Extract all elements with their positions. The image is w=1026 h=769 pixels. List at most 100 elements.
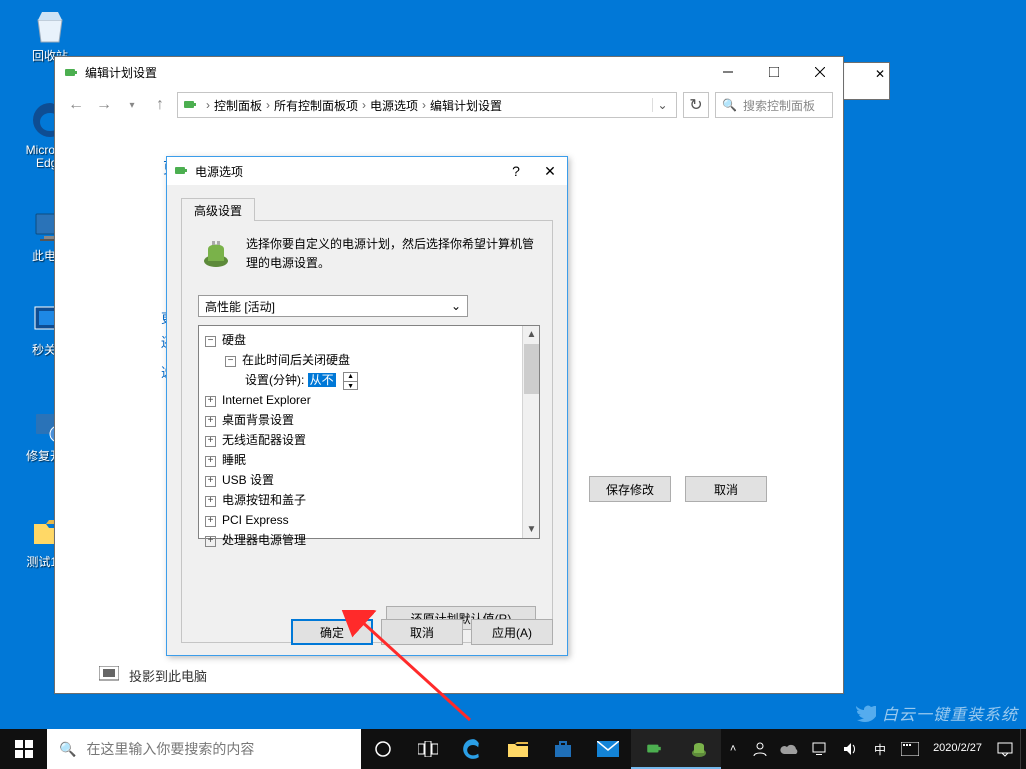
setting-label: 设置(分钟):: [245, 373, 304, 387]
show-desktop-button[interactable]: [1020, 729, 1026, 769]
collapse-icon[interactable]: −: [225, 356, 236, 367]
tree-scrollbar[interactable]: ▲ ▼: [522, 326, 539, 538]
search-placeholder: 搜索控制面板: [743, 97, 815, 114]
address-bar[interactable]: 控制面板 所有控制面板项 电源选项 编辑计划设置 ⌄: [177, 92, 677, 118]
recycle-bin-icon: [30, 6, 70, 46]
tray-people-icon[interactable]: [745, 729, 775, 769]
setting-value[interactable]: 从不: [308, 373, 336, 387]
power-plan-select[interactable]: 高性能 [活动] ⌄: [198, 295, 468, 317]
expand-icon[interactable]: +: [205, 416, 216, 427]
chevron-down-icon[interactable]: ⌄: [652, 98, 672, 112]
tree-item[interactable]: +电源按钮和盖子: [203, 490, 535, 510]
spinner-down[interactable]: ▼: [344, 382, 357, 391]
tray-volume-icon[interactable]: [835, 729, 865, 769]
scroll-thumb[interactable]: [524, 344, 539, 394]
tree-item[interactable]: +处理器电源管理: [203, 530, 535, 550]
taskbar-app-power-options[interactable]: [676, 729, 721, 769]
ok-button[interactable]: 确定: [291, 619, 373, 645]
nav-up-button[interactable]: ↑: [149, 94, 171, 116]
chevron-down-icon: ⌄: [451, 299, 461, 313]
tabstrip: 高级设置: [181, 197, 553, 221]
taskbar-clock[interactable]: 2020/2/27: [925, 742, 990, 755]
expand-icon[interactable]: +: [205, 476, 216, 487]
project-to-pc[interactable]: 投影到此电脑: [99, 666, 207, 685]
tree-item[interactable]: +桌面背景设置: [203, 410, 535, 430]
project-icon: [99, 666, 119, 685]
tray-expand-button[interactable]: ˄: [721, 729, 745, 769]
taskbar-app-explorer[interactable]: [496, 729, 541, 769]
tree-item[interactable]: +Internet Explorer: [203, 390, 535, 410]
expand-icon[interactable]: +: [205, 496, 216, 507]
window-title: 编辑计划设置: [85, 64, 157, 81]
expand-icon[interactable]: +: [205, 536, 216, 547]
collapse-icon[interactable]: −: [205, 336, 216, 347]
expand-icon[interactable]: +: [205, 436, 216, 447]
tree-item-hard-disk[interactable]: −硬盘: [203, 330, 535, 350]
nav-recent-button[interactable]: ▾: [121, 94, 143, 116]
nav-back-button[interactable]: ←: [65, 94, 87, 116]
project-label: 投影到此电脑: [129, 666, 207, 685]
maximize-button[interactable]: [751, 57, 797, 87]
address-row: ← → ▾ ↑ 控制面板 所有控制面板项 电源选项 编辑计划设置 ⌄ ↻ 🔍 搜…: [55, 87, 843, 123]
cancel-button[interactable]: 取消: [685, 476, 767, 502]
close-button[interactable]: [797, 57, 843, 87]
tree-item[interactable]: +USB 设置: [203, 470, 535, 490]
cancel-button[interactable]: 取消: [381, 619, 463, 645]
task-view-button[interactable]: [406, 729, 451, 769]
taskbar-app-store[interactable]: [541, 729, 586, 769]
power-icon: [173, 162, 189, 181]
breadcrumb[interactable]: 编辑计划设置: [430, 97, 502, 114]
expand-icon[interactable]: +: [205, 456, 216, 467]
background-window: ✕: [842, 62, 890, 100]
bird-icon: [852, 701, 876, 725]
power-icon: [182, 96, 198, 115]
tray-ime-icon[interactable]: 中: [865, 729, 895, 769]
desktop-icon-recycle-bin[interactable]: 回收站: [18, 6, 82, 63]
taskbar-search-input[interactable]: 🔍 在这里输入你要搜索的内容: [47, 729, 361, 769]
tree-item[interactable]: +无线适配器设置: [203, 430, 535, 450]
dialog-title: 电源选项: [195, 163, 243, 180]
taskbar-app-edge[interactable]: [451, 729, 496, 769]
refresh-button[interactable]: ↻: [683, 92, 709, 118]
breadcrumb[interactable]: 电源选项: [370, 97, 418, 114]
tree-item[interactable]: +PCI Express: [203, 510, 535, 530]
save-changes-button[interactable]: 保存修改: [589, 476, 671, 502]
watermark: 白云一键重装系统: [852, 701, 1018, 725]
minimize-button[interactable]: [705, 57, 751, 87]
tray-input-icon[interactable]: [895, 729, 925, 769]
action-center-button[interactable]: [990, 729, 1020, 769]
scroll-down-button[interactable]: ▼: [523, 521, 540, 538]
taskbar-date: 2020/2/27: [933, 742, 982, 755]
power-icon: [63, 64, 79, 80]
taskbar-app-mail[interactable]: [586, 729, 631, 769]
battery-icon: [198, 235, 234, 277]
tab-advanced[interactable]: 高级设置: [181, 198, 255, 223]
settings-tree[interactable]: −硬盘 −在此时间后关闭硬盘 设置(分钟): 从不 ▲▼ +Internet E…: [198, 325, 540, 539]
dialog-description: 选择你要自定义的电源计划，然后选择你希望计算机管理的电源设置。: [246, 235, 536, 277]
breadcrumb[interactable]: 所有控制面板项: [274, 97, 358, 114]
expand-icon[interactable]: +: [205, 396, 216, 407]
nav-forward-button[interactable]: →: [93, 94, 115, 116]
tray-onedrive-icon[interactable]: [775, 729, 805, 769]
taskbar-search-placeholder: 在这里输入你要搜索的内容: [86, 739, 254, 759]
plan-selected-value: 高性能 [活动]: [205, 298, 275, 315]
scroll-up-button[interactable]: ▲: [523, 326, 540, 343]
tree-item-setting[interactable]: 设置(分钟): 从不 ▲▼: [203, 370, 535, 390]
cortana-button[interactable]: [361, 729, 406, 769]
power-options-dialog: 电源选项 ? ✕ 高级设置 选择你要自定义的电源计划，然后选择你希望计算机管理的…: [166, 156, 568, 656]
tray-network-icon[interactable]: [805, 729, 835, 769]
search-input[interactable]: 🔍 搜索控制面板: [715, 92, 833, 118]
tree-item[interactable]: +睡眠: [203, 450, 535, 470]
expand-icon[interactable]: +: [205, 516, 216, 527]
breadcrumb[interactable]: 控制面板: [214, 97, 262, 114]
apply-button[interactable]: 应用(A): [471, 619, 553, 645]
start-button[interactable]: [0, 729, 47, 769]
help-button[interactable]: ?: [499, 157, 533, 185]
taskbar: 🔍 在这里输入你要搜索的内容 ˄ 中 2020/2/27: [0, 729, 1026, 769]
tree-item-turn-off-disk[interactable]: −在此时间后关闭硬盘: [203, 350, 535, 370]
search-icon: 🔍: [722, 98, 737, 112]
value-spinner[interactable]: ▲▼: [343, 372, 358, 390]
taskbar-app-control-panel[interactable]: [631, 729, 676, 769]
search-icon: 🔍: [59, 741, 76, 758]
close-button[interactable]: ✕: [533, 157, 567, 185]
